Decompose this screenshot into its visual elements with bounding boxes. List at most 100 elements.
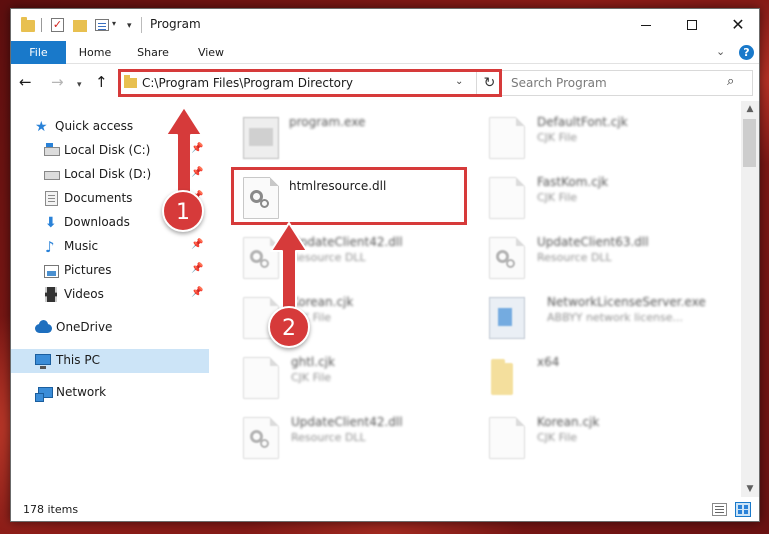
scroll-up-icon[interactable]: ▲ bbox=[741, 101, 759, 117]
pin-icon: 📌 bbox=[191, 143, 204, 154]
gear-icon bbox=[506, 259, 515, 268]
close-icon: ✕ bbox=[731, 15, 745, 34]
maximize-button[interactable] bbox=[669, 9, 715, 41]
sidebar-item-quick-access[interactable]: ★ Quick access bbox=[11, 115, 209, 139]
file-tile-defaultfont-cjk[interactable]: DefaultFont.cjk CJK File bbox=[479, 113, 715, 169]
file-icon bbox=[489, 177, 525, 219]
tiles-view-icon[interactable] bbox=[735, 502, 751, 517]
tab-share[interactable]: Share bbox=[131, 41, 175, 64]
file-name: Korean.cjk bbox=[537, 415, 600, 429]
search-input[interactable] bbox=[502, 71, 722, 95]
up-arrow-icon[interactable]: ↑ bbox=[95, 74, 108, 90]
help-icon[interactable]: ? bbox=[739, 45, 754, 60]
exe-icon bbox=[243, 117, 279, 159]
sidebar-item-label: Network bbox=[56, 385, 107, 399]
sidebar-item-local-disk-d[interactable]: Local Disk (D:) 📌 bbox=[11, 163, 209, 187]
recent-locations-icon[interactable]: ▾ bbox=[77, 77, 82, 93]
sidebar-item-onedrive[interactable]: OneDrive bbox=[11, 316, 209, 340]
forward-arrow-icon[interactable]: → bbox=[51, 74, 64, 90]
scroll-down-icon[interactable]: ▼ bbox=[741, 481, 759, 497]
expand-ribbon-icon[interactable]: ⌄ bbox=[716, 45, 725, 58]
sidebar-item-this-pc[interactable]: This PC bbox=[11, 349, 209, 373]
file-name: x64 bbox=[537, 355, 560, 369]
toolbar-divider bbox=[41, 18, 42, 32]
search-icon[interactable]: ⌕ bbox=[727, 74, 734, 89]
tab-view[interactable]: View bbox=[189, 41, 233, 64]
sidebar-item-videos[interactable]: Videos 📌 bbox=[11, 283, 209, 307]
star-icon: ★ bbox=[35, 119, 48, 135]
file-name: Korean.cjk bbox=[291, 295, 354, 309]
sidebar-item-pictures[interactable]: Pictures 📌 bbox=[11, 259, 209, 283]
file-tile-updateclient63-dll[interactable]: UpdateClient63.dll Resource DLL bbox=[479, 233, 715, 289]
file-icon bbox=[489, 117, 525, 159]
pin-icon: 📌 bbox=[191, 239, 204, 250]
sidebar-item-label: Downloads bbox=[64, 215, 130, 229]
network-icon bbox=[35, 387, 53, 402]
dll-icon bbox=[243, 237, 279, 279]
back-arrow-icon[interactable]: ← bbox=[19, 74, 32, 90]
sidebar-item-network[interactable]: Network bbox=[11, 381, 209, 405]
file-tile-updateclient42-dll[interactable]: UpdateClient42.dll Resource DLL bbox=[233, 413, 469, 469]
documents-icon bbox=[45, 191, 58, 206]
file-type: Resource DLL bbox=[291, 431, 366, 444]
sidebar-item-label: Quick access bbox=[55, 119, 134, 133]
ribbon-tabs: File Home Share View ⌄ ? bbox=[11, 41, 759, 64]
navigation-pane: ★ Quick access Local Disk (C:) 📌 Local D… bbox=[11, 101, 209, 497]
file-tile-x64-folder[interactable]: x64 bbox=[479, 353, 715, 409]
vertical-scrollbar[interactable]: ▲ ▼ bbox=[741, 101, 759, 497]
file-name: program.exe bbox=[289, 115, 366, 129]
close-button[interactable]: ✕ bbox=[715, 9, 759, 41]
minimize-button[interactable] bbox=[623, 9, 669, 41]
pin-icon: 📌 bbox=[191, 167, 204, 178]
scroll-thumb[interactable] bbox=[743, 119, 756, 167]
file-explorer-window: ✓ ▾ ▾ Program ✕ File Home Share View ⌄ ?… bbox=[10, 8, 760, 522]
item-count: 178 items bbox=[23, 503, 79, 516]
downloads-icon: ⬇ bbox=[45, 215, 57, 231]
gear-icon bbox=[260, 439, 269, 448]
sidebar-item-label: Local Disk (C:) bbox=[64, 143, 151, 157]
onedrive-icon bbox=[35, 320, 52, 333]
window-title: Program bbox=[150, 17, 201, 31]
pictures-icon bbox=[44, 265, 59, 278]
file-name: UpdateClient63.dll bbox=[537, 235, 649, 249]
sidebar-item-label: Music bbox=[64, 239, 99, 253]
gear-icon bbox=[260, 259, 269, 268]
callout-badge-2: 2 bbox=[268, 306, 310, 348]
tab-file[interactable]: File bbox=[11, 41, 66, 64]
chevron-down-icon[interactable]: ▾ bbox=[112, 19, 116, 35]
dll-icon bbox=[243, 417, 279, 459]
file-tile-updateclient42-dll[interactable]: UpdateClient42.dll Resource DLL bbox=[233, 233, 469, 289]
properties-icon[interactable] bbox=[95, 19, 109, 31]
status-bar: 178 items bbox=[11, 497, 759, 521]
file-tile-korean-cjk[interactable]: Korean.cjk CJK File bbox=[479, 413, 715, 469]
file-name: FastKom.cjk bbox=[537, 175, 609, 189]
title-bar: ✓ ▾ ▾ Program ✕ bbox=[11, 9, 759, 41]
sidebar-item-music[interactable]: ♪ Music 📌 bbox=[11, 235, 209, 259]
file-highlight bbox=[231, 167, 467, 225]
new-folder-icon[interactable] bbox=[73, 20, 87, 32]
tab-home[interactable]: Home bbox=[73, 41, 117, 64]
file-tile-networklicenseserver-exe[interactable]: NetworkLicenseServer.exe ABBYY network l… bbox=[479, 293, 715, 349]
file-tile-ghtl-cjk[interactable]: ghtl.cjk CJK File bbox=[233, 353, 469, 409]
file-type: CJK File bbox=[537, 431, 578, 444]
file-tile-program-exe[interactable]: program.exe bbox=[233, 113, 469, 169]
search-box[interactable]: ⌕ bbox=[501, 70, 753, 96]
file-name: ghtl.cjk bbox=[291, 355, 335, 369]
minimize-icon bbox=[641, 24, 651, 26]
file-type: Resource DLL bbox=[291, 251, 366, 264]
file-name: UpdateClient42.dll bbox=[291, 235, 403, 249]
file-name: NetworkLicenseServer.exe bbox=[547, 295, 706, 309]
file-tile-fastkom-cjk[interactable]: FastKom.cjk CJK File bbox=[479, 173, 715, 229]
sidebar-item-label: OneDrive bbox=[56, 320, 113, 334]
sidebar-item-local-disk-c[interactable]: Local Disk (C:) 📌 bbox=[11, 139, 209, 163]
details-view-icon[interactable] bbox=[712, 503, 727, 516]
folder-icon bbox=[491, 359, 513, 395]
folder-icon bbox=[21, 17, 35, 32]
file-name: DefaultFont.cjk bbox=[537, 115, 628, 129]
pin-icon: 📌 bbox=[191, 287, 204, 298]
sidebar-item-label: Documents bbox=[64, 191, 133, 205]
videos-icon bbox=[45, 287, 57, 302]
properties-check-icon[interactable]: ✓ bbox=[51, 18, 64, 32]
music-icon: ♪ bbox=[45, 238, 55, 256]
customize-toolbar-icon[interactable]: ▾ bbox=[127, 21, 132, 37]
